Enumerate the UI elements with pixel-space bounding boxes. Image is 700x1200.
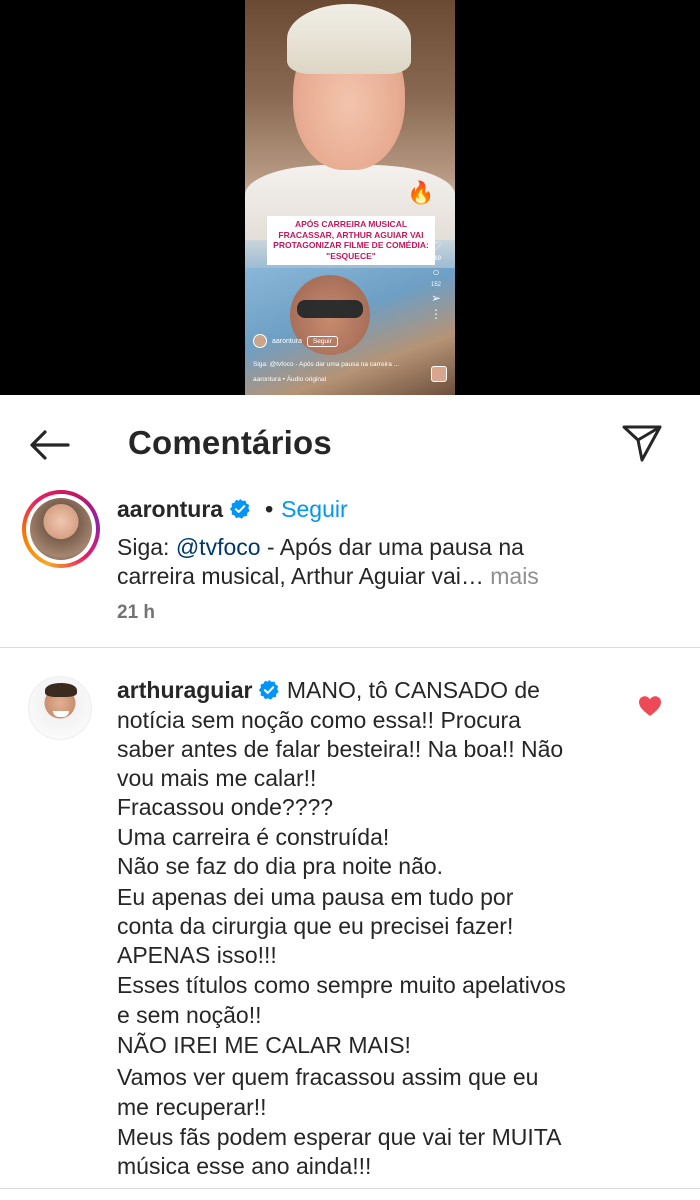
comment-line: notícia sem noção como essa!! Procura bbox=[117, 707, 521, 733]
reel-inset-sunglasses bbox=[297, 300, 363, 318]
follow-button[interactable]: Seguir bbox=[281, 496, 347, 522]
comment-line: NÃO IREI ME CALAR MAIS! bbox=[117, 1032, 411, 1058]
reel-actions: ♡ 869 ○ 152 ➢ ⋮ bbox=[425, 240, 447, 320]
reel-caption[interactable]: Siga: @tvfoco - Após dar uma pausa na ca… bbox=[253, 361, 399, 368]
commenter-avatar[interactable] bbox=[28, 676, 92, 740]
comment-line: e sem noção!! bbox=[117, 1002, 262, 1028]
comments-header bbox=[0, 395, 700, 493]
comment-line: me recuperar!! bbox=[117, 1094, 267, 1120]
divider bbox=[0, 647, 700, 648]
caption-text-2: carreira musical, Arthur Aguiar vai… bbox=[117, 563, 484, 589]
comment-line-0: arthuraguiar MANO, tô CANSADO de bbox=[117, 675, 540, 705]
comment-line: Não se faz do dia pra noite não. bbox=[117, 853, 444, 879]
heart-outline-icon[interactable]: ♡ bbox=[431, 240, 442, 252]
verified-badge-icon bbox=[259, 679, 280, 700]
reel-like-count: 869 bbox=[430, 256, 441, 262]
video-preview[interactable]: 🔥 APÓS CARREIRA MUSICAL FRACASSAR, ARTHU… bbox=[0, 0, 700, 395]
reel-subject-hair bbox=[287, 4, 411, 74]
reel-audio[interactable]: aarontura • Áudio original bbox=[253, 376, 326, 383]
verified-badge-icon bbox=[230, 498, 250, 519]
reel-username[interactable]: aarontura bbox=[272, 338, 302, 345]
paper-plane-small-icon[interactable]: ➢ bbox=[431, 292, 441, 304]
comment-line: conta da cirurgia que eu precisei fazer! bbox=[117, 913, 514, 939]
back-button[interactable] bbox=[28, 428, 72, 462]
separator-dot: • bbox=[265, 496, 274, 522]
comment-line: Fracassou onde???? bbox=[117, 794, 334, 820]
divider bbox=[0, 1188, 700, 1189]
reel-user-avatar[interactable] bbox=[253, 334, 267, 348]
comment-line: música esse ano ainda!!! bbox=[117, 1153, 372, 1179]
fire-icon: 🔥 bbox=[407, 180, 435, 205]
comment-line: vou mais me calar!! bbox=[117, 765, 317, 791]
reel-frame[interactable]: 🔥 APÓS CARREIRA MUSICAL FRACASSAR, ARTHU… bbox=[245, 0, 455, 395]
page-title: Comentários bbox=[128, 424, 332, 461]
comment-line: APENAS isso!!! bbox=[117, 942, 277, 968]
caption-more-link[interactable]: mais bbox=[484, 563, 539, 589]
comment-text: MANO, tô CANSADO de bbox=[286, 677, 540, 703]
reel-follow-button[interactable]: Seguir bbox=[306, 335, 338, 347]
share-button[interactable] bbox=[620, 423, 664, 463]
more-dots-icon[interactable]: ⋮ bbox=[430, 308, 442, 320]
paper-plane-icon bbox=[622, 425, 662, 462]
post-timestamp: 21 h bbox=[117, 602, 156, 623]
avatar-hair bbox=[45, 683, 77, 697]
heart-filled-icon bbox=[639, 696, 661, 716]
reel-headline: APÓS CARREIRA MUSICAL FRACASSAR, ARTHUR … bbox=[267, 216, 435, 265]
comment-line: Meus fãs podem esperar que vai ter MUITA bbox=[117, 1124, 562, 1150]
comment-line: Esses títulos como sempre muito apelativ… bbox=[117, 972, 566, 998]
post-username[interactable]: aarontura bbox=[117, 496, 223, 522]
avatar-smile bbox=[53, 711, 69, 717]
comment-bubble-icon[interactable]: ○ bbox=[432, 266, 439, 278]
avatar bbox=[30, 498, 92, 560]
post-caption-line-1: Siga: @tvfoco - Após dar uma pausa na bbox=[117, 533, 524, 561]
caption-text-1: - Após dar uma pausa na bbox=[260, 534, 524, 560]
comment-line: Vamos ver quem fracassou assim que eu bbox=[117, 1064, 539, 1090]
arrow-left-icon bbox=[30, 430, 70, 460]
post-author-avatar[interactable] bbox=[22, 490, 100, 568]
comment-line: Eu apenas dei uma pausa em tudo por bbox=[117, 884, 514, 910]
comment-line: saber antes de falar besteira!! Na boa!!… bbox=[117, 736, 564, 762]
caption-mention-link[interactable]: @tvfoco bbox=[176, 534, 261, 560]
caption-prefix: Siga: bbox=[117, 534, 176, 560]
comment-line: Uma carreira é construída! bbox=[117, 824, 390, 850]
post-author-row: aarontura • Seguir bbox=[117, 495, 348, 523]
reel-user-row: aarontura Seguir bbox=[253, 334, 338, 348]
reel-audio-thumbnail[interactable] bbox=[431, 366, 447, 382]
post-caption-line-2: carreira musical, Arthur Aguiar vai… mai… bbox=[117, 562, 539, 590]
reel-comment-count: 152 bbox=[430, 282, 441, 288]
comment-username[interactable]: arthuraguiar bbox=[117, 677, 252, 703]
comment-like-button[interactable] bbox=[638, 695, 662, 717]
